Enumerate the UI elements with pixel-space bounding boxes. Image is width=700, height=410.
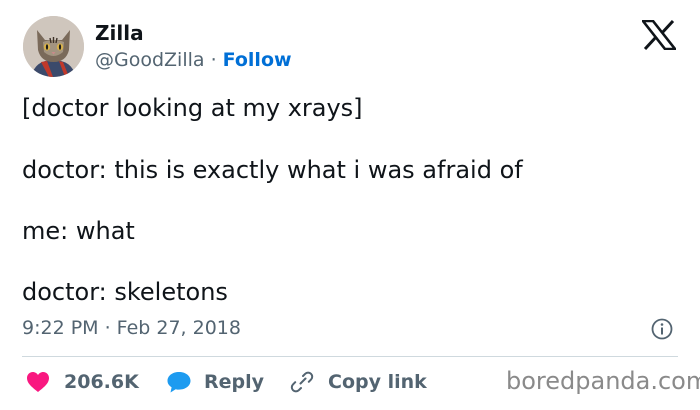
cat-avatar-image [23, 16, 84, 77]
heart-icon [27, 372, 49, 392]
copy-link-button[interactable]: Copy link [290, 368, 427, 396]
watermark: boredpanda.com [506, 367, 700, 395]
author-name[interactable]: Zilla [95, 20, 144, 46]
divider [22, 356, 678, 357]
follow-button[interactable]: Follow [223, 49, 292, 71]
tweet-text-line-1: [doctor looking at my xrays] [22, 94, 363, 122]
link-icon [290, 371, 314, 393]
like-button[interactable]: 206.6K [26, 368, 139, 396]
x-logo-icon[interactable] [642, 20, 676, 50]
tweet-text-line-2: doctor: this is exactly what i was afrai… [22, 156, 523, 184]
avatar[interactable] [23, 16, 84, 77]
tweet-card: Zilla @GoodZilla · Follow [doctor lookin… [0, 0, 700, 410]
handle-separator: · [204, 49, 223, 71]
reply-button[interactable]: Reply [166, 368, 264, 396]
reply-label: Reply [204, 371, 265, 393]
tweet-timestamp[interactable]: 9:22 PM · Feb 27, 2018 [22, 314, 241, 342]
speech-bubble-icon [167, 372, 191, 393]
info-icon[interactable] [651, 318, 673, 340]
author-handle-line: @GoodZilla · Follow [95, 47, 292, 73]
tweet-text-line-3: me: what [22, 217, 135, 245]
copy-link-label: Copy link [328, 371, 427, 393]
author-handle[interactable]: @GoodZilla [95, 49, 205, 71]
tweet-text-line-4: doctor: skeletons [22, 278, 228, 306]
like-count: 206.6K [64, 371, 139, 393]
